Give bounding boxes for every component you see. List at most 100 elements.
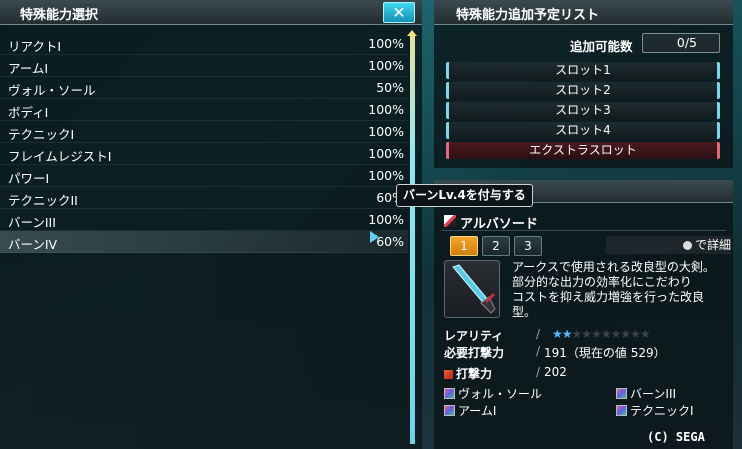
star-empty-icon: ★ — [630, 327, 641, 341]
affix-name: テクニックI — [630, 404, 694, 418]
greatsword-icon — [452, 264, 496, 314]
weapon-name-row: アルバソード — [442, 213, 726, 232]
required-label: 必要打撃力 — [444, 346, 505, 360]
ability-row[interactable]: テクニックI 100% — [0, 121, 408, 143]
slot-2[interactable]: スロット2 — [446, 82, 720, 99]
ability-row[interactable]: テクニックII 60% — [0, 187, 408, 209]
ability-rate: 100% — [368, 146, 404, 161]
ability-name: テクニックI — [8, 127, 75, 142]
ability-name: リアクトI — [8, 39, 62, 54]
affix-item: バーンIII — [616, 385, 676, 402]
attack-value: 202 — [544, 365, 567, 379]
attack-icon — [444, 370, 453, 379]
scrollbar[interactable] — [410, 36, 415, 444]
ability-select-header: 特殊能力選択 ✕ — [0, 0, 422, 25]
ability-row[interactable]: ヴォル・ソール 50% — [0, 77, 408, 99]
affix-name: バーンIII — [630, 387, 677, 401]
slot-4[interactable]: スロット4 — [446, 122, 720, 139]
ability-name: テクニックII — [8, 193, 78, 208]
tab-2[interactable]: 2 — [482, 236, 510, 256]
ability-row[interactable]: リアクトI 100% — [0, 33, 408, 55]
star-empty-icon: ★ — [610, 327, 622, 341]
affix-item: ヴォル・ソール — [444, 385, 542, 402]
ability-row[interactable]: パワーI 100% — [0, 165, 408, 187]
weapon-info-panel: アルバソード 1 2 3 で詳細 アークスで使用される改良型の大剣。 部分的な出… — [434, 180, 733, 449]
ability-name: ボディI — [8, 105, 49, 120]
slot-1[interactable]: スロット1 — [446, 62, 720, 79]
required-value: 191（現在の値 529） — [544, 346, 666, 360]
star-empty-icon: ★ — [591, 327, 602, 341]
rarity-stars: ★★★★★★★★★★ — [552, 327, 651, 341]
affix-name: アームI — [458, 404, 497, 418]
description-line: 部分的な出力の効率化にこだわり — [512, 275, 692, 289]
attack-label: 打撃力 — [456, 367, 493, 381]
ability-rate: 60% — [376, 234, 404, 249]
add-list-title: 特殊能力追加予定リスト — [456, 8, 600, 23]
add-list-panel: 特殊能力追加予定リスト 追加可能数 0/5 スロット1 スロット2 スロット3 … — [434, 0, 733, 168]
ability-rate: 100% — [368, 36, 404, 51]
ability-rate: 100% — [368, 58, 404, 73]
ability-select-panel: 特殊能力選択 ✕ リアクトI 100% アームI 100% ヴォル・ソール 50% ボ… — [0, 0, 422, 449]
sword-icon — [444, 215, 456, 227]
ability-select-title: 特殊能力選択 — [20, 8, 99, 23]
rarity-row: レアリティ / ★★★★★★★★★★ — [444, 327, 726, 343]
ability-icon — [616, 388, 627, 399]
weapon-thumbnail — [444, 260, 500, 318]
detail-hint[interactable]: で詳細 — [606, 236, 731, 254]
ability-row-selected[interactable]: バーンIV 60% — [0, 231, 408, 253]
ability-icon — [444, 405, 455, 416]
attack-label-wrap: 打撃力 — [444, 365, 492, 382]
add-count-value: 0/5 — [676, 35, 697, 50]
ability-name: バーンIV — [8, 237, 58, 252]
add-count-label: 追加可能数 — [570, 39, 633, 54]
ability-row[interactable]: バーンIII 100% — [0, 209, 408, 231]
ability-row[interactable]: アームI 100% — [0, 55, 408, 77]
ability-name: アームI — [8, 61, 49, 76]
star-empty-icon: ★ — [620, 327, 631, 341]
slot-3[interactable]: スロット3 — [446, 102, 720, 119]
circle-button-icon — [682, 241, 692, 250]
extra-slot[interactable]: エクストラスロット — [446, 142, 720, 159]
close-button[interactable]: ✕ — [383, 2, 415, 23]
attack-row: 打撃力 / 202 — [444, 365, 726, 381]
rarity-label: レアリティ — [444, 329, 504, 343]
separator: / — [536, 327, 541, 341]
detail-hint-label: で詳細 — [694, 238, 731, 252]
star-empty-icon: ★ — [571, 327, 583, 341]
ability-name: ヴォル・ソール — [8, 83, 96, 98]
add-count-box: 0/5 — [642, 33, 720, 53]
star-empty-icon: ★ — [600, 327, 612, 341]
separator: / — [536, 344, 541, 358]
ability-icon — [444, 388, 455, 399]
affix-name: ヴォル・ソール — [458, 387, 543, 401]
ability-rate: 100% — [368, 168, 404, 183]
ability-rate: 100% — [368, 124, 404, 139]
selection-cursor-icon — [370, 231, 379, 243]
weapon-name: アルバソード — [460, 217, 538, 232]
ability-tooltip: バーンLv.4を付与する — [396, 184, 533, 207]
star-empty-icon: ★ — [581, 327, 592, 341]
separator: / — [536, 365, 541, 379]
ability-rate: 100% — [368, 102, 404, 117]
copyright: (C) SEGA — [647, 430, 705, 444]
weapon-description: アークスで使用される改良型の大剣。 部分的な出力の効率化にこだわり コストを抑え… — [512, 260, 726, 320]
add-list-header: 特殊能力追加予定リスト — [434, 0, 733, 25]
affix-item: アームI — [444, 402, 496, 419]
description-line: アークスで使用される改良型の大剣。 — [512, 260, 715, 274]
ability-row[interactable]: ボディI 100% — [0, 99, 408, 121]
ability-rate: 100% — [368, 212, 404, 227]
ability-list: リアクトI 100% アームI 100% ヴォル・ソール 50% ボディI 100% テ… — [0, 33, 408, 253]
ability-name: バーンIII — [8, 215, 56, 230]
star-filled-icon: ★ — [552, 327, 563, 341]
star-filled-icon: ★ — [561, 327, 573, 341]
star-empty-icon: ★ — [639, 327, 651, 341]
tab-3[interactable]: 3 — [514, 236, 542, 256]
description-line: コストを抑え威力増強を行った改良型。 — [512, 290, 705, 319]
ability-name: フレイムレジストI — [8, 149, 112, 164]
ability-name: パワーI — [8, 171, 50, 186]
required-row: 必要打撃力 / 191（現在の値 529） — [444, 344, 726, 360]
ability-row[interactable]: フレイムレジストI 100% — [0, 143, 408, 165]
ability-rate: 50% — [376, 80, 404, 95]
affix-item: テクニックI — [616, 402, 694, 419]
tab-1[interactable]: 1 — [450, 236, 478, 256]
